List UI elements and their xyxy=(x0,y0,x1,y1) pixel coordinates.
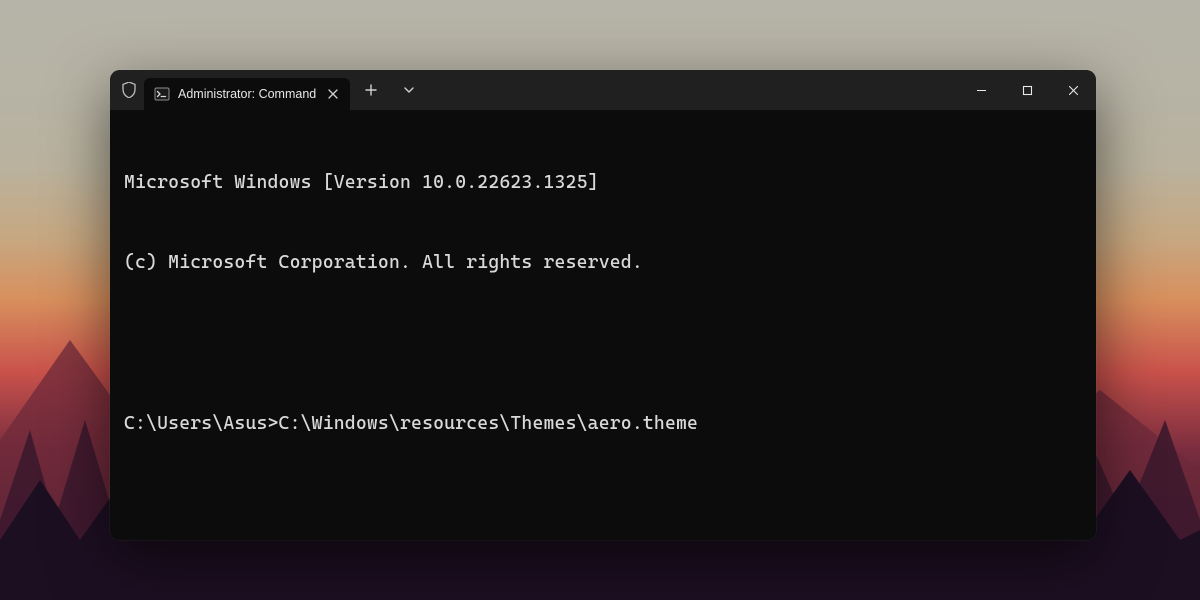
terminal-line: (c) Microsoft Corporation. All rights re… xyxy=(124,250,1082,277)
admin-shield-icon xyxy=(118,70,140,110)
tab-active[interactable]: Administrator: Command xyxy=(144,78,350,110)
tab-dropdown-button[interactable] xyxy=(392,85,426,95)
tab-title: Administrator: Command xyxy=(178,87,316,101)
terminal-prompt-line: C:\Users\Asus>C:\Windows\resources\Theme… xyxy=(124,411,1082,438)
terminal-window: Administrator: Command xyxy=(110,70,1096,540)
tab-close-button[interactable] xyxy=(324,85,342,103)
terminal-output[interactable]: Microsoft Windows [Version 10.0.22623.13… xyxy=(110,110,1096,540)
close-button[interactable] xyxy=(1050,70,1096,110)
window-controls xyxy=(958,70,1096,110)
new-tab-button[interactable] xyxy=(354,84,388,96)
terminal-line: Microsoft Windows [Version 10.0.22623.13… xyxy=(124,170,1082,197)
cmd-icon xyxy=(154,86,170,102)
titlebar[interactable]: Administrator: Command xyxy=(110,70,1096,110)
titlebar-drag-region[interactable] xyxy=(426,70,958,110)
terminal-blank-line xyxy=(124,331,1082,358)
minimize-button[interactable] xyxy=(958,70,1004,110)
maximize-button[interactable] xyxy=(1004,70,1050,110)
